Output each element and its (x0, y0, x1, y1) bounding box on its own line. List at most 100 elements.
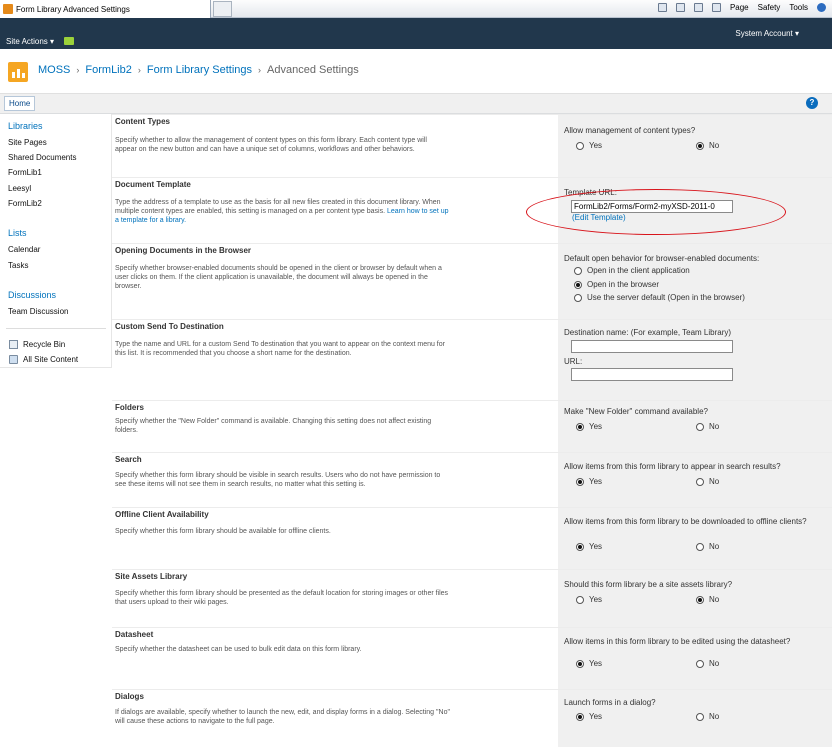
destination-name-input[interactable] (571, 340, 733, 353)
home-icon[interactable] (657, 3, 667, 12)
section-offline-availability: Offline Client Availability Specify whet… (112, 507, 832, 569)
radio-label: Yes (589, 141, 603, 150)
radio-label: No (709, 542, 720, 551)
radio-label: No (709, 141, 720, 150)
destination-name-label: Destination name: (For example, Team Lib… (564, 328, 732, 337)
open-in-browser-radio[interactable]: Open in the browser (574, 280, 659, 289)
ql-recycle-bin-label: Recycle Bin (23, 340, 66, 349)
radio-dot (696, 477, 704, 486)
dialogs-yes-radio[interactable]: Yes (576, 712, 602, 721)
ql-heading-lists[interactable]: Lists (8, 228, 27, 238)
section-title: Content Types (115, 117, 170, 126)
edit-page-icon[interactable] (64, 37, 74, 45)
system-account-label: System Account (735, 29, 793, 38)
browser-tab[interactable]: Form Library Advanced Settings (0, 0, 211, 18)
radio-label: No (709, 595, 720, 604)
content-types-question: Allow management of content types? (564, 126, 696, 135)
search-yes-radio[interactable]: Yes (576, 477, 602, 486)
open-in-client-radio[interactable]: Open in the client application (574, 266, 690, 275)
section-dialogs: Dialogs If dialogs are available, specif… (112, 689, 832, 747)
help-menu-icon[interactable] (817, 3, 826, 12)
rss-feed-icon[interactable] (675, 3, 685, 12)
section-description: Specify whether this form library should… (115, 472, 441, 488)
breadcrumb-separator: › (137, 65, 141, 75)
dialogs-no-radio[interactable]: No (696, 712, 719, 721)
radio-label: No (709, 712, 720, 721)
ql-heading-discussions[interactable]: Discussions (8, 290, 56, 300)
section-description: Specify whether the "New Folder" command… (115, 418, 432, 434)
content-types-yes-radio[interactable]: Yes (576, 141, 602, 150)
new-tab-button[interactable] (213, 1, 232, 17)
radio-dot (696, 542, 704, 551)
settings-form: Content Types Specify whether to allow t… (112, 114, 832, 747)
use-server-default-radio[interactable]: Use the server default (Open in the brow… (574, 293, 745, 302)
radio-dot (696, 422, 704, 431)
section-title: Opening Documents in the Browser (115, 246, 252, 255)
content-types-no-radio[interactable]: No (696, 141, 719, 150)
tools-menu[interactable]: Tools (789, 3, 808, 12)
ql-item-team-discussion[interactable]: Team Discussion (8, 307, 68, 316)
system-account-menu[interactable]: System Account ▾ (735, 29, 799, 38)
destination-url-label: URL: (564, 357, 583, 366)
section-description: Specify whether this form library should… (115, 590, 449, 606)
radio-label: No (709, 659, 720, 668)
radio-dot-selected (576, 712, 584, 721)
ql-item-formlib1[interactable]: FormLib1 (8, 168, 42, 177)
radio-label: Yes (589, 542, 603, 551)
site-actions-label: Site Actions (6, 37, 48, 46)
radio-label: Use the server default (Open in the brow… (587, 293, 745, 302)
radio-label: No (709, 477, 720, 486)
folders-yes-radio[interactable]: Yes (576, 422, 602, 431)
section-opening-documents: Opening Documents in the Browser Specify… (112, 243, 832, 319)
print-icon[interactable] (711, 3, 721, 12)
tab-home[interactable]: Home (4, 96, 36, 111)
page-title: Advanced Settings (267, 64, 359, 76)
offline-question: Allow items from this form library to be… (564, 517, 807, 526)
radio-label: Yes (589, 659, 603, 668)
site-assets-yes-radio[interactable]: Yes (576, 595, 602, 604)
ql-all-site-content[interactable]: All Site Content (9, 355, 78, 364)
ql-heading-libraries[interactable]: Libraries (8, 121, 43, 131)
radio-dot (696, 659, 704, 668)
ql-item-tasks[interactable]: Tasks (8, 261, 28, 270)
radio-dot-selected (576, 542, 584, 551)
radio-dot (696, 712, 704, 721)
breadcrumb-form-library-settings[interactable]: Form Library Settings (147, 64, 252, 76)
ql-item-site-pages[interactable]: Site Pages (8, 138, 47, 147)
top-navigation (0, 94, 832, 114)
section-title: Folders (115, 403, 144, 412)
site-assets-no-radio[interactable]: No (696, 595, 719, 604)
ql-item-shared-documents[interactable]: Shared Documents (8, 153, 76, 162)
page-menu[interactable]: Page (730, 3, 749, 12)
quick-launch: Libraries Site Pages Shared Documents Fo… (0, 114, 112, 368)
datasheet-no-radio[interactable]: No (696, 659, 719, 668)
site-actions-menu[interactable]: Site Actions ▾ (6, 37, 54, 46)
ql-divider (6, 328, 106, 329)
ql-item-formlib2[interactable]: FormLib2 (8, 199, 42, 208)
mail-icon[interactable] (693, 3, 703, 12)
breadcrumb-moss[interactable]: MOSS (38, 64, 70, 76)
section-description: Specify whether to allow the management … (115, 137, 427, 153)
section-title: Dialogs (115, 692, 144, 701)
destination-url-input[interactable] (571, 368, 733, 381)
safety-menu[interactable]: Safety (758, 3, 781, 12)
breadcrumb-formlib2[interactable]: FormLib2 (85, 64, 131, 76)
radio-dot (574, 266, 582, 275)
help-icon[interactable]: ? (806, 97, 818, 109)
ql-recycle-bin[interactable]: Recycle Bin (9, 340, 65, 349)
site-logo-icon[interactable] (8, 62, 28, 82)
datasheet-yes-radio[interactable]: Yes (576, 659, 602, 668)
breadcrumb-separator: › (258, 65, 262, 75)
section-title: Document Template (115, 180, 191, 189)
radio-label: Open in the browser (587, 280, 660, 289)
section-description: Type the name and URL for a custom Send … (115, 341, 445, 357)
new-folder-question: Make "New Folder" command available? (564, 407, 708, 416)
offline-yes-radio[interactable]: Yes (576, 542, 602, 551)
section-content-types: Content Types Specify whether to allow t… (112, 114, 832, 177)
ql-item-calendar[interactable]: Calendar (8, 245, 40, 254)
ql-item-leesyl[interactable]: Leesyl (8, 184, 31, 193)
offline-no-radio[interactable]: No (696, 542, 719, 551)
folders-no-radio[interactable]: No (696, 422, 719, 431)
browser-command-bar: Page Safety Tools (657, 3, 826, 12)
search-no-radio[interactable]: No (696, 477, 719, 486)
